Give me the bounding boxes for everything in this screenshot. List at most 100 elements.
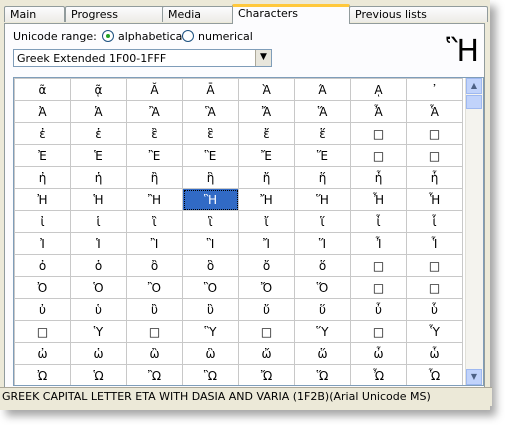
character-cell[interactable]: Ὂ [126, 276, 183, 299]
character-cell[interactable]: □ [350, 122, 407, 145]
character-cell[interactable]: □ [350, 144, 407, 167]
character-cell[interactable]: ὄ [238, 254, 295, 277]
character-cell[interactable]: ὒ [126, 298, 183, 321]
character-cell[interactable]: Ἰ [14, 232, 71, 255]
character-cell[interactable]: Ἄ [238, 100, 295, 123]
character-cell[interactable]: Ά [294, 78, 351, 101]
tab-main[interactable]: Main [4, 6, 65, 22]
character-cell[interactable]: Ὢ [126, 364, 183, 385]
character-cell[interactable]: Ἓ [182, 144, 239, 167]
character-cell[interactable]: ᾽ [406, 78, 463, 101]
character-cell[interactable]: Ἇ [406, 100, 463, 123]
character-cell[interactable]: Ἡ [70, 188, 127, 211]
character-cell[interactable]: Ἴ [238, 232, 295, 255]
character-cell[interactable]: Ὕ [294, 320, 351, 343]
character-cell[interactable]: ὣ [182, 342, 239, 365]
character-cell[interactable]: □ [350, 254, 407, 277]
character-cell[interactable]: Ὗ [406, 320, 463, 343]
character-cell[interactable]: Ὰ [238, 78, 295, 101]
tab-previous-lists[interactable]: Previous lists [349, 6, 488, 22]
character-cell[interactable]: Ἥ [294, 188, 351, 211]
scroll-down-icon[interactable]: ▼ [466, 369, 482, 385]
vertical-scrollbar[interactable]: ▲ ▼ [465, 78, 483, 385]
character-cell[interactable]: Ἵ [294, 232, 351, 255]
unicode-range-select[interactable]: Greek Extended 1F00-1FFF ▼ [13, 49, 272, 67]
character-cell[interactable]: Ἐ [14, 144, 71, 167]
character-cell[interactable]: □ [406, 254, 463, 277]
character-cell[interactable]: ἐ [14, 122, 71, 145]
character-cell[interactable]: Ὅ [294, 276, 351, 299]
character-cell[interactable]: ἢ [126, 166, 183, 189]
character-cell[interactable]: ὃ [182, 254, 239, 277]
character-cell[interactable]: Ὠ [14, 364, 71, 385]
character-cell[interactable]: ἧ [406, 166, 463, 189]
alphabetical-radio[interactable] [102, 30, 114, 42]
character-cell[interactable]: Ᾱ [182, 78, 239, 101]
numerical-label[interactable]: numerical [198, 30, 253, 43]
tab-progress[interactable]: Progress [65, 6, 166, 22]
character-cell[interactable]: Ἕ [294, 144, 351, 167]
alphabetical-label[interactable]: alphabetical [118, 30, 185, 43]
character-cell[interactable]: ἓ [182, 122, 239, 145]
character-cell[interactable]: ὕ [294, 298, 351, 321]
character-cell[interactable]: □ [14, 320, 71, 343]
character-cell[interactable]: Ἧ [406, 188, 463, 211]
scroll-thumb[interactable] [466, 95, 482, 109]
character-cell[interactable]: ἱ [70, 210, 127, 233]
character-cell[interactable]: ἤ [238, 166, 295, 189]
scroll-up-icon[interactable]: ▲ [466, 78, 482, 94]
character-cell[interactable]: Ὤ [238, 364, 295, 385]
character-cell[interactable]: □ [406, 144, 463, 167]
character-cell[interactable]: □ [238, 320, 295, 343]
character-cell[interactable]: Ὣ [182, 364, 239, 385]
character-cell[interactable]: ὦ [350, 342, 407, 365]
character-cell[interactable]: ὓ [182, 298, 239, 321]
character-cell[interactable]: Ἦ [350, 188, 407, 211]
character-cell[interactable]: ὤ [238, 342, 295, 365]
dropdown-arrow-icon[interactable]: ▼ [255, 50, 271, 66]
character-cell[interactable]: ὑ [70, 298, 127, 321]
character-cell[interactable]: ἑ [70, 122, 127, 145]
character-cell[interactable]: ὀ [14, 254, 71, 277]
character-cell[interactable]: Ἤ [238, 188, 295, 211]
character-cell[interactable]: Ὓ [182, 320, 239, 343]
character-cell[interactable]: ὅ [294, 254, 351, 277]
character-cell[interactable]: ὗ [406, 298, 463, 321]
character-cell[interactable]: ἥ [294, 166, 351, 189]
character-cell[interactable]: Ἲ [126, 232, 183, 255]
character-cell[interactable]: ἷ [406, 210, 463, 233]
character-cell[interactable]: Ὄ [238, 276, 295, 299]
character-cell[interactable]: Ἱ [70, 232, 127, 255]
character-cell[interactable]: Ἶ [350, 232, 407, 255]
character-cell[interactable]: Ἢ [126, 188, 183, 211]
character-cell[interactable]: Ἃ [182, 100, 239, 123]
character-cell[interactable]: Ἑ [70, 144, 127, 167]
character-cell[interactable]: ἡ [70, 166, 127, 189]
character-cell[interactable]: ὥ [294, 342, 351, 365]
character-cell[interactable]: Ἔ [238, 144, 295, 167]
character-cell[interactable]: ἣ [182, 166, 239, 189]
character-cell[interactable]: Ἣ [182, 188, 239, 211]
character-cell[interactable]: □ [350, 320, 407, 343]
character-cell[interactable]: ὠ [14, 342, 71, 365]
character-cell[interactable]: ᾼ [350, 78, 407, 101]
tab-media[interactable]: Media [162, 6, 235, 22]
character-cell[interactable]: Ὦ [350, 364, 407, 385]
character-cell[interactable]: Ἳ [182, 232, 239, 255]
character-cell[interactable]: ὖ [350, 298, 407, 321]
character-cell[interactable]: Ὀ [14, 276, 71, 299]
character-cell[interactable]: ἠ [14, 166, 71, 189]
character-cell[interactable]: ὢ [126, 342, 183, 365]
character-cell[interactable]: Ᾰ [126, 78, 183, 101]
character-cell[interactable]: ὁ [70, 254, 127, 277]
character-cell[interactable]: ἰ [14, 210, 71, 233]
character-cell[interactable]: Ἀ [14, 100, 71, 123]
character-cell[interactable]: Ὡ [70, 364, 127, 385]
character-cell[interactable]: ἒ [126, 122, 183, 145]
character-cell[interactable]: Ὁ [70, 276, 127, 299]
character-cell[interactable]: Ὑ [70, 320, 127, 343]
character-cell[interactable]: Ὃ [182, 276, 239, 299]
character-cell[interactable]: Ὥ [294, 364, 351, 385]
character-cell[interactable]: □ [406, 122, 463, 145]
character-cell[interactable]: ἦ [350, 166, 407, 189]
